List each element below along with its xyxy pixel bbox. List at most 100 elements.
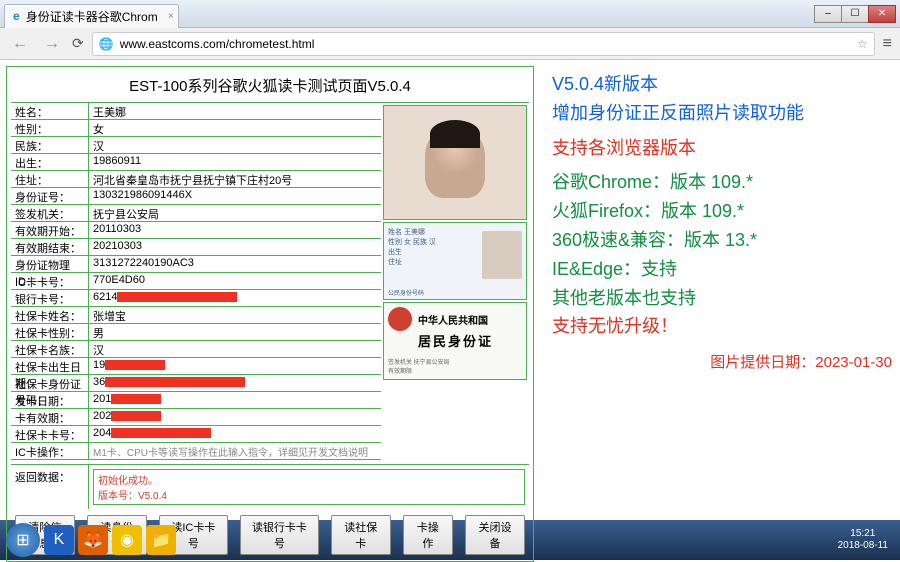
field-label: 发卡日期： bbox=[11, 392, 89, 408]
field-row: 性别：女 bbox=[11, 120, 381, 137]
field-value: 770E4D60 bbox=[89, 273, 381, 289]
field-label: 社保卡卡号： bbox=[11, 426, 89, 442]
card-reader-panel: EST-100系列谷歌火狐读卡测试页面V5.0.4 姓名：王美娜性别：女民族：汉… bbox=[6, 66, 534, 562]
id-back-doc: 居民身份证 bbox=[418, 334, 493, 349]
field-label: 住址： bbox=[11, 171, 89, 187]
field-value: 130321986091446X bbox=[89, 188, 381, 204]
field-value: 19 bbox=[89, 358, 381, 374]
bookmark-star-icon[interactable]: ☆ bbox=[857, 37, 868, 51]
side-ie-edge: IE&Edge：支持 bbox=[552, 255, 892, 284]
field-value: 3131272240190AC3 bbox=[89, 256, 381, 272]
side-legacy: 其他老版本也支持 bbox=[552, 284, 892, 313]
field-value: 36 bbox=[89, 375, 381, 391]
side-feature: 增加身份证正反面照片读取功能 bbox=[552, 99, 892, 128]
taskbar-firefox-icon[interactable]: 🦊 bbox=[78, 525, 108, 555]
url-text: www.eastcoms.com/chrometest.html bbox=[120, 37, 315, 51]
id-card-front: 姓名 王美娜性别 女 民族 汉出生住址 公民身份号码 bbox=[383, 222, 527, 300]
field-row: 有效期结束：20210303 bbox=[11, 239, 381, 256]
close-tab-icon[interactable]: × bbox=[168, 11, 174, 22]
field-value: 王美娜 bbox=[89, 103, 381, 119]
taskbar-chrome-icon[interactable]: ◉ bbox=[112, 525, 142, 555]
field-row: 卡有效期：202 bbox=[11, 409, 381, 426]
field-row: IC卡操作：M1卡、CPU卡等读写操作在此输入指令，详细见开发文档说明 bbox=[11, 443, 381, 460]
return-data-box: 初始化成功。版本号：V5.0.4 bbox=[93, 469, 525, 505]
photo-column: 姓名 王美娜性别 女 民族 汉出生住址 公民身份号码 中华人民共和国 居民身份证… bbox=[381, 103, 529, 460]
field-value: 汉 bbox=[89, 137, 381, 153]
side-support-heading: 支持各浏览器版本 bbox=[552, 134, 892, 163]
browser-tab[interactable]: e 身份证读卡器谷歌Chrom × bbox=[4, 4, 179, 28]
field-row: 身份证物理ID：3131272240190AC3 bbox=[11, 256, 381, 273]
side-chrome: 谷歌Chrome：版本 109.* bbox=[552, 168, 892, 197]
forward-button[interactable]: → bbox=[40, 35, 64, 53]
field-value: 20110303 bbox=[89, 222, 381, 238]
field-value: 202 bbox=[89, 409, 381, 425]
field-label: 社保卡出生日期： bbox=[11, 358, 89, 374]
browser-menu-icon[interactable]: ≡ bbox=[883, 35, 892, 53]
field-row: 社保卡身份证号码：36 bbox=[11, 375, 381, 392]
field-value: 20210303 bbox=[89, 239, 381, 255]
field-row: 民族：汉 bbox=[11, 137, 381, 154]
close-window-button[interactable]: ✕ bbox=[868, 5, 896, 23]
reload-button[interactable]: ⟳ bbox=[72, 35, 84, 52]
back-button[interactable]: ← bbox=[8, 35, 32, 53]
field-label: 有效期结束： bbox=[11, 239, 89, 255]
field-label: 身份证物理ID： bbox=[11, 256, 89, 272]
side-upgrade: 支持无忧升级！ bbox=[552, 312, 892, 341]
return-data-label: 返回数据： bbox=[11, 465, 89, 509]
field-row: 身份证号：130321986091446X bbox=[11, 188, 381, 205]
field-label: 社保卡姓名： bbox=[11, 307, 89, 323]
field-label: 银行卡号： bbox=[11, 290, 89, 306]
side-version: V5.0.4新版本 bbox=[552, 70, 892, 99]
address-bar: ← → ⟳ 🌐 www.eastcoms.com/chrometest.html… bbox=[0, 28, 900, 60]
field-row: 有效期开始：20110303 bbox=[11, 222, 381, 239]
maximize-button[interactable]: ☐ bbox=[841, 5, 869, 23]
action-button[interactable]: 读银行卡卡号 bbox=[240, 515, 319, 555]
field-label: 身份证号： bbox=[11, 188, 89, 204]
action-button[interactable]: 卡操作 bbox=[403, 515, 453, 555]
side-360: 360极速&兼容：版本 13.* bbox=[552, 226, 892, 255]
side-date: 图片提供日期：2023-01-30 bbox=[552, 351, 892, 375]
window-controls: – ☐ ✕ bbox=[815, 5, 896, 23]
side-firefox: 火狐Firefox：版本 109.* bbox=[552, 197, 892, 226]
field-row: 社保卡出生日期：19 bbox=[11, 358, 381, 375]
field-value: 河北省秦皇岛市抚宁县抚宁镇下庄村20号 bbox=[89, 171, 381, 187]
field-value: 19860911 bbox=[89, 154, 381, 170]
window-titlebar: e 身份证读卡器谷歌Chrom × – ☐ ✕ bbox=[0, 0, 900, 28]
data-table: 姓名：王美娜性别：女民族：汉出生：19860911住址：河北省秦皇岛市抚宁县抚宁… bbox=[11, 103, 381, 460]
field-row: 签发机关：抚宁县公安局 bbox=[11, 205, 381, 222]
minimize-button[interactable]: – bbox=[814, 5, 842, 23]
field-row: 住址：河北省秦皇岛市抚宁县抚宁镇下庄村20号 bbox=[11, 171, 381, 188]
id-card-back: 中华人民共和国 居民身份证 签发机关 抚宁县公安局有效期限 bbox=[383, 302, 527, 380]
field-row: 姓名：王美娜 bbox=[11, 103, 381, 120]
field-value: 204 bbox=[89, 426, 381, 442]
field-row: 出生：19860911 bbox=[11, 154, 381, 171]
id-back-country: 中华人民共和国 bbox=[418, 316, 488, 327]
id-photo bbox=[383, 105, 527, 220]
page-icon: e bbox=[13, 9, 20, 23]
field-value: 汉 bbox=[89, 341, 381, 357]
field-value: 女 bbox=[89, 120, 381, 136]
field-label: IC卡操作： bbox=[11, 443, 89, 459]
field-row: IC卡卡号：770E4D60 bbox=[11, 273, 381, 290]
info-sidebar: V5.0.4新版本 增加身份证正反面照片读取功能 支持各浏览器版本 谷歌Chro… bbox=[540, 60, 900, 520]
field-value: 201 bbox=[89, 392, 381, 408]
field-label: IC卡卡号： bbox=[11, 273, 89, 289]
field-value: 抚宁县公安局 bbox=[89, 205, 381, 221]
field-value: M1卡、CPU卡等读写操作在此输入指令，详细见开发文档说明 bbox=[89, 443, 381, 459]
action-button[interactable]: 关闭设备 bbox=[465, 515, 525, 555]
taskbar-folder-icon[interactable]: 📁 bbox=[146, 525, 176, 555]
taskbar-app-1[interactable]: K bbox=[44, 525, 74, 555]
action-button[interactable]: 读社保卡 bbox=[331, 515, 391, 555]
page-content: EST-100系列谷歌火狐读卡测试页面V5.0.4 姓名：王美娜性别：女民族：汉… bbox=[0, 60, 900, 520]
id-front-photo bbox=[482, 231, 522, 279]
url-input[interactable]: 🌐 www.eastcoms.com/chrometest.html ☆ bbox=[92, 32, 875, 56]
start-button[interactable]: ⊞ bbox=[6, 523, 40, 557]
field-label: 民族： bbox=[11, 137, 89, 153]
system-clock[interactable]: 15:212018-08-11 bbox=[838, 528, 894, 552]
field-label: 性别： bbox=[11, 120, 89, 136]
field-label: 签发机关： bbox=[11, 205, 89, 221]
field-row: 发卡日期：201 bbox=[11, 392, 381, 409]
field-label: 社保卡名族： bbox=[11, 341, 89, 357]
globe-icon: 🌐 bbox=[99, 37, 114, 51]
tab-title: 身份证读卡器谷歌Chrom bbox=[26, 8, 158, 25]
